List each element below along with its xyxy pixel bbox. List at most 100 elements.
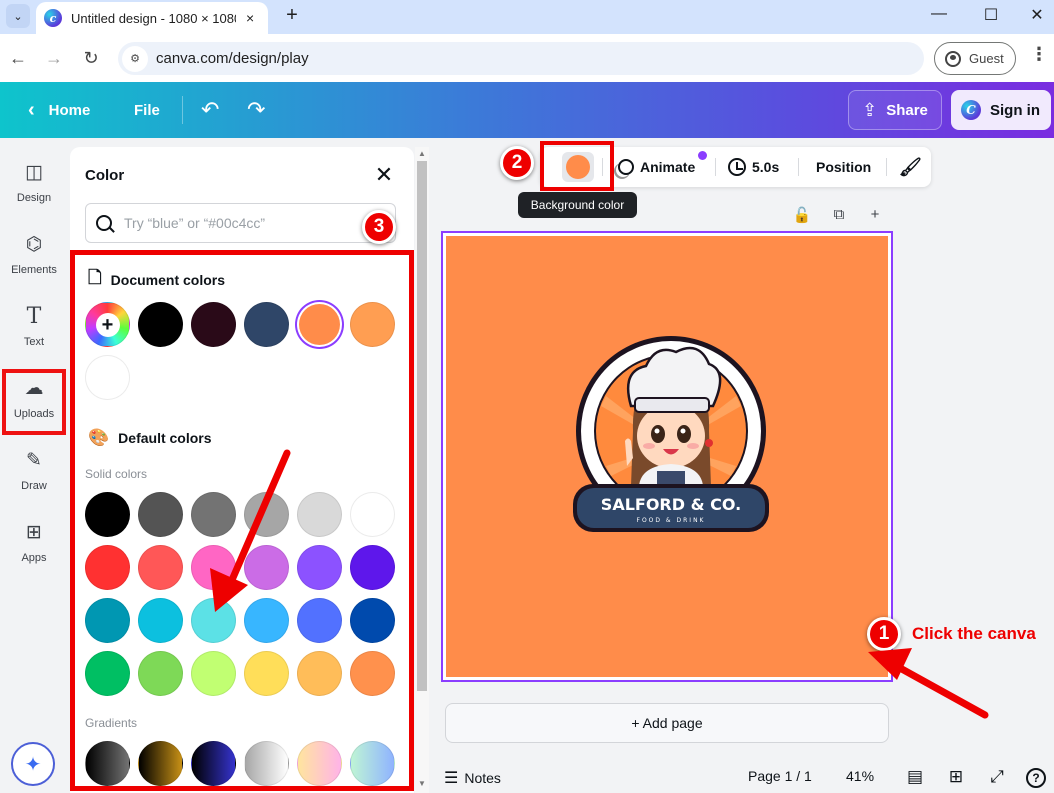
undo-icon[interactable]: ↶: [201, 82, 219, 138]
paint-roller-icon[interactable]: 🖌: [899, 147, 922, 187]
minimize-button[interactable]: —: [924, 5, 954, 23]
solid-color-swatch[interactable]: [350, 598, 395, 643]
solid-color-swatch[interactable]: [297, 545, 342, 590]
design-canvas[interactable]: SALFORD & CO. FOOD & DRINK: [441, 231, 893, 682]
solid-color-swatch[interactable]: [244, 598, 289, 643]
solid-color-swatch[interactable]: [244, 492, 289, 537]
solid-color-swatch[interactable]: [138, 492, 183, 537]
solid-color-swatch[interactable]: [85, 651, 130, 696]
document-color-swatch[interactable]: [244, 302, 289, 347]
share-button[interactable]: ⇪ Share: [848, 90, 942, 130]
solid-color-swatch[interactable]: [297, 598, 342, 643]
profile-button[interactable]: Guest: [934, 42, 1016, 75]
sign-in-button[interactable]: C Sign in: [951, 90, 1051, 130]
document-color-swatch[interactable]: [138, 302, 183, 347]
solid-color-swatch[interactable]: [350, 651, 395, 696]
gradient-swatch[interactable]: [297, 741, 342, 786]
chef-face: [637, 404, 705, 468]
close-icon[interactable]: ✕: [372, 163, 396, 187]
logo-subtitle: FOOD & DRINK: [637, 517, 706, 524]
browser-menu-icon[interactable]: ⋮: [1030, 44, 1048, 65]
back-button[interactable]: ←: [6, 46, 30, 70]
file-menu-button[interactable]: File: [134, 82, 160, 138]
grid-view-icon[interactable]: ⊞: [944, 767, 968, 787]
color-search-box[interactable]: [85, 203, 396, 243]
lock-icon[interactable]: 🔓: [792, 206, 812, 224]
sidebar-item-draw[interactable]: ✎ Draw: [0, 448, 68, 512]
solid-color-swatch[interactable]: [350, 492, 395, 537]
document-color-swatch[interactable]: [191, 302, 236, 347]
animate-button[interactable]: Animate: [618, 147, 695, 187]
solid-color-swatch[interactable]: [191, 492, 236, 537]
add-page-icon[interactable]: +: [865, 206, 885, 223]
close-window-button[interactable]: ✕: [1022, 5, 1052, 25]
help-button[interactable]: ?: [1026, 768, 1050, 788]
sidebar-item-elements[interactable]: ⌬ Elements: [0, 232, 68, 296]
solid-color-swatch[interactable]: [85, 598, 130, 643]
document-color-swatch[interactable]: [85, 355, 130, 400]
sidebar-item-text[interactable]: T Text: [0, 304, 68, 368]
color-search-input[interactable]: [124, 215, 364, 231]
text-icon: T: [26, 304, 42, 329]
solid-color-swatch[interactable]: [297, 651, 342, 696]
home-label: Home: [48, 101, 91, 119]
solid-color-swatch[interactable]: [191, 598, 236, 643]
thumbnail-view-icon[interactable]: ▤: [903, 767, 927, 787]
gradient-swatch[interactable]: [191, 741, 236, 786]
solid-color-swatch[interactable]: [244, 545, 289, 590]
magic-assistant-button[interactable]: ✦: [11, 742, 55, 786]
page-indicator[interactable]: Page 1 / 1: [748, 768, 812, 784]
fullscreen-icon[interactable]: ⤢: [985, 767, 1009, 787]
document-color-swatch[interactable]: [350, 302, 395, 347]
solid-color-swatch[interactable]: [138, 651, 183, 696]
background-color-highlight-box: [540, 141, 614, 191]
document-color-swatch[interactable]: [299, 304, 340, 345]
solid-color-swatch[interactable]: [138, 545, 183, 590]
gradient-swatch[interactable]: [85, 741, 130, 786]
apps-icon: ⊞: [26, 522, 42, 543]
profile-icon: [945, 50, 961, 67]
duration-button[interactable]: 5.0s: [728, 147, 779, 187]
forward-button[interactable]: →: [42, 46, 66, 70]
add-color-button[interactable]: +: [85, 302, 130, 347]
url-text[interactable]: canva.com/design/play: [156, 50, 309, 67]
sidebar-item-design[interactable]: ◫ Design: [0, 160, 68, 224]
panel-scrollbar[interactable]: ▲ ▼: [415, 147, 429, 793]
solid-color-swatch[interactable]: [191, 545, 236, 590]
notes-button[interactable]: ☰ Notes: [444, 768, 501, 788]
sidebar-item-apps[interactable]: ⊞ Apps: [0, 520, 68, 584]
position-button[interactable]: Position: [816, 147, 871, 187]
add-page-button[interactable]: + Add page: [445, 703, 889, 743]
solid-color-swatch[interactable]: [138, 598, 183, 643]
tab-close-icon[interactable]: ×: [246, 10, 254, 26]
zoom-level[interactable]: 41%: [846, 768, 874, 784]
step-2-badge: 2: [500, 146, 534, 180]
gradient-swatch[interactable]: [350, 741, 395, 786]
solid-color-swatch[interactable]: [85, 545, 130, 590]
solid-color-swatch[interactable]: [244, 651, 289, 696]
site-info-icon[interactable]: ⚙: [122, 45, 148, 72]
new-feature-dot: [698, 151, 707, 160]
browser-tabstrip: ⌄ c Untitled design - 1080 × 1080px × + …: [0, 0, 1054, 34]
solid-color-swatch[interactable]: [297, 492, 342, 537]
new-tab-button[interactable]: +: [280, 4, 304, 27]
url-bar[interactable]: ⚙ canva.com/design/play: [118, 42, 924, 75]
redo-icon[interactable]: ↷: [247, 82, 265, 138]
tab-search-button[interactable]: ⌄: [6, 4, 30, 28]
scrollbar-thumb[interactable]: [417, 161, 427, 691]
duplicate-page-icon[interactable]: ⧉: [829, 206, 849, 223]
maximize-button[interactable]: ☐: [976, 5, 1006, 25]
chef-logo-image[interactable]: SALFORD & CO. FOOD & DRINK: [561, 336, 781, 551]
scroll-down-icon[interactable]: ▼: [417, 779, 427, 788]
browser-tab-active[interactable]: c Untitled design - 1080 × 1080px ×: [36, 2, 268, 34]
home-button[interactable]: ‹ Home: [28, 82, 90, 138]
gradient-swatch[interactable]: [244, 741, 289, 786]
canvas-background[interactable]: SALFORD & CO. FOOD & DRINK: [446, 236, 888, 677]
gradient-swatch[interactable]: [138, 741, 183, 786]
solid-color-swatch[interactable]: [350, 545, 395, 590]
solid-color-swatch[interactable]: [85, 492, 130, 537]
solid-color-swatch[interactable]: [191, 651, 236, 696]
scroll-up-icon[interactable]: ▲: [417, 149, 427, 158]
reload-button[interactable]: ↻: [79, 46, 103, 70]
toolbar-divider: [798, 158, 799, 176]
